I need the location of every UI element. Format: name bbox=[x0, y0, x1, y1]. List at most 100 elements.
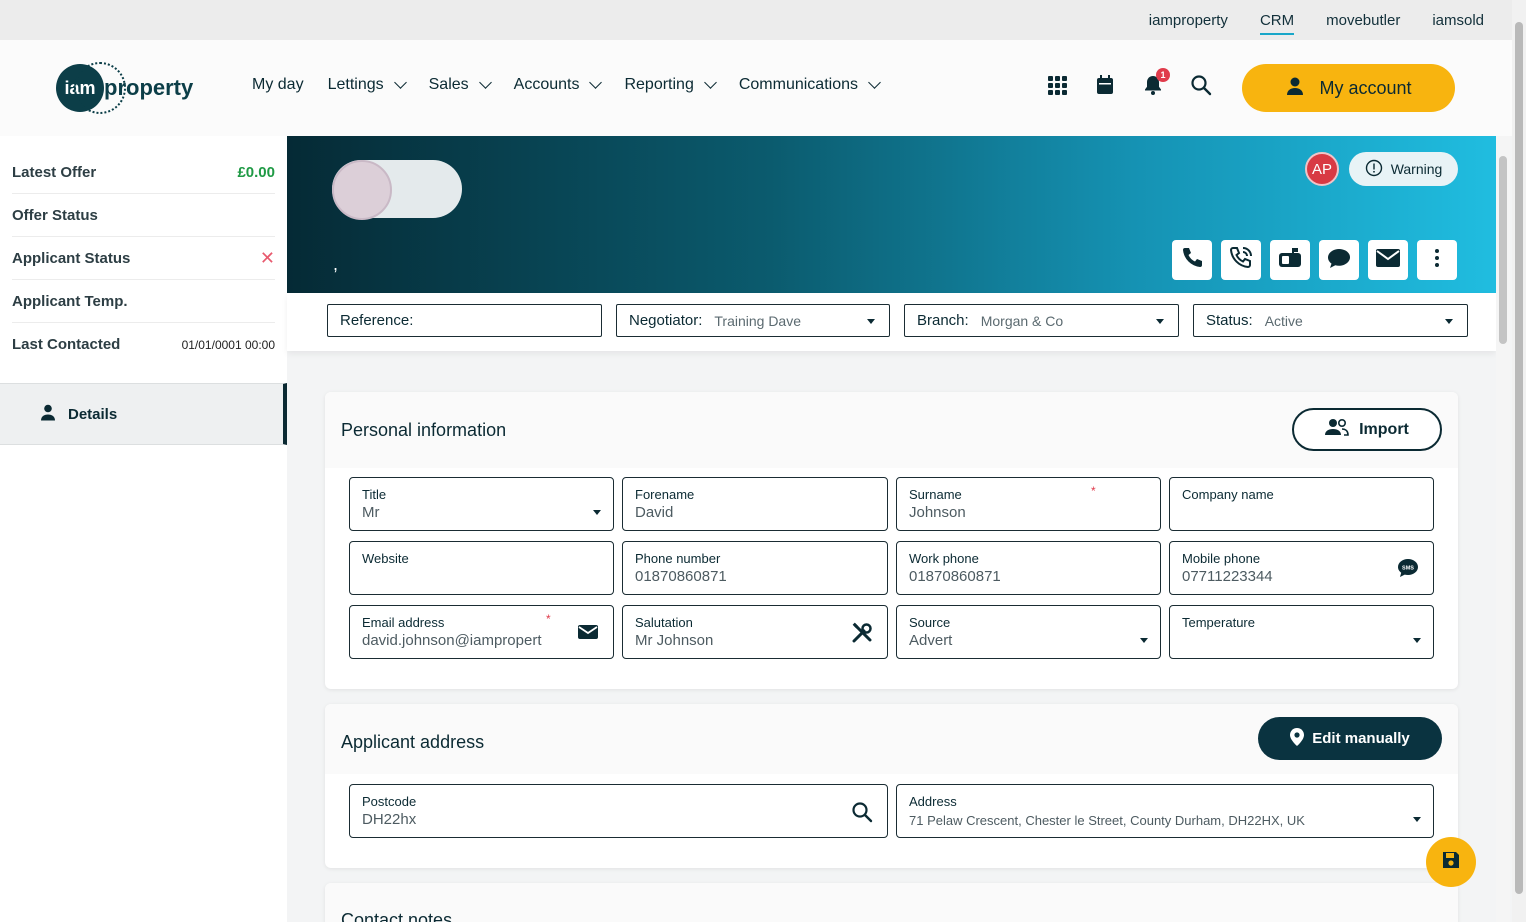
last-contacted-row: Last Contacted 01/01/0001 00:00 bbox=[12, 323, 275, 366]
top-product-bar: iamproperty CRM movebutler iamsold bbox=[0, 0, 1512, 40]
user-initials-avatar[interactable]: AP bbox=[1305, 152, 1339, 186]
sidebar-item-details[interactable]: Details bbox=[0, 383, 287, 445]
latest-offer-value: £0.00 bbox=[237, 163, 275, 181]
call-button[interactable] bbox=[1172, 240, 1212, 280]
product-link-iamsold[interactable]: iamsold bbox=[1432, 8, 1484, 33]
chevron-down-icon bbox=[393, 76, 407, 89]
surname-value: Johnson bbox=[909, 504, 966, 521]
sms-button[interactable] bbox=[1319, 240, 1359, 280]
page-scrollbar[interactable] bbox=[1512, 0, 1526, 922]
map-pin-icon bbox=[1290, 727, 1305, 750]
sms-icon[interactable]: SMS bbox=[1397, 558, 1419, 583]
apps-grid-icon[interactable] bbox=[1046, 74, 1068, 96]
website-label: Website bbox=[362, 551, 409, 566]
kebab-menu-icon bbox=[1434, 248, 1440, 273]
nav-accounts[interactable]: Accounts bbox=[513, 76, 603, 94]
record-filter-bar: Reference: Negotiator: Training Dave Bra… bbox=[287, 293, 1496, 351]
envelope-icon[interactable] bbox=[577, 624, 599, 645]
phone-icon bbox=[1180, 246, 1204, 275]
work-phone-label: Work phone bbox=[909, 551, 979, 566]
status-select[interactable]: Status: Active bbox=[1193, 304, 1468, 337]
negotiator-label: Negotiator: bbox=[629, 312, 703, 329]
applicant-address-card: Applicant address Edit manually Postcode… bbox=[325, 704, 1458, 868]
temperature-select[interactable]: Temperature bbox=[1169, 605, 1434, 659]
address-select[interactable]: Address 71 Pelaw Crescent, Chester le St… bbox=[896, 784, 1434, 838]
title-select[interactable]: Title Mr bbox=[349, 477, 614, 531]
save-button[interactable] bbox=[1426, 837, 1476, 887]
nav-lettings[interactable]: Lettings bbox=[328, 76, 407, 94]
salutation-label: Salutation bbox=[635, 615, 693, 630]
person-icon bbox=[40, 404, 56, 425]
import-button[interactable]: Import bbox=[1292, 408, 1442, 451]
letter-button[interactable] bbox=[1270, 240, 1310, 280]
info-circle-icon bbox=[1365, 159, 1383, 180]
email-address-value: david.johnson@iampropert bbox=[362, 632, 542, 649]
salutation-field[interactable]: Salutation Mr Johnson bbox=[622, 605, 888, 659]
nav-reporting[interactable]: Reporting bbox=[624, 76, 717, 94]
mailbox-icon bbox=[1277, 246, 1303, 275]
main-nav: My day Lettings Sales Accounts Reporting… bbox=[252, 76, 881, 94]
chevron-down-icon bbox=[478, 76, 492, 89]
forename-field[interactable]: Forename David bbox=[622, 477, 888, 531]
nav-accounts-label: Accounts bbox=[513, 76, 580, 93]
tools-icon[interactable] bbox=[851, 622, 873, 649]
applicant-temp-label: Applicant Temp. bbox=[12, 292, 128, 310]
reference-field[interactable]: Reference: bbox=[327, 304, 602, 337]
company-name-field[interactable]: Company name bbox=[1169, 477, 1434, 531]
company-name-label: Company name bbox=[1182, 487, 1274, 502]
phone-call-icon bbox=[1228, 245, 1254, 276]
logo-word: property bbox=[104, 75, 194, 100]
mobile-phone-field[interactable]: Mobile phone 07711223344 SMS bbox=[1169, 541, 1434, 595]
nav-sales[interactable]: Sales bbox=[429, 76, 492, 94]
content-scrollbar[interactable] bbox=[1496, 136, 1510, 922]
branch-select[interactable]: Branch: Morgan & Co bbox=[904, 304, 1179, 337]
address-label: Address bbox=[909, 794, 957, 809]
postcode-field[interactable]: Postcode DH22hx bbox=[349, 784, 888, 838]
email-button[interactable] bbox=[1368, 240, 1408, 280]
latest-offer-label: Latest Offer bbox=[12, 163, 97, 181]
main-header: iam property My day Lettings Sales Accou… bbox=[0, 40, 1512, 136]
offer-status-row: Offer Status bbox=[12, 194, 275, 237]
negotiator-select[interactable]: Negotiator: Training Dave bbox=[616, 304, 890, 337]
search-icon[interactable] bbox=[1190, 74, 1212, 96]
surname-label: Surname bbox=[909, 487, 962, 502]
product-link-movebutler[interactable]: movebutler bbox=[1326, 8, 1400, 33]
applicant-status-label: Applicant Status bbox=[12, 249, 131, 267]
more-options-button[interactable] bbox=[1417, 240, 1457, 280]
warning-button[interactable]: Warning bbox=[1349, 152, 1458, 186]
nav-communications[interactable]: Communications bbox=[739, 76, 881, 94]
mobile-phone-label: Mobile phone bbox=[1182, 551, 1261, 566]
user-icon bbox=[1285, 76, 1305, 101]
content-scrollbar-thumb[interactable] bbox=[1499, 156, 1507, 344]
latest-offer-row: Latest Offer £0.00 bbox=[12, 151, 275, 194]
avatar bbox=[332, 160, 392, 220]
temperature-label: Temperature bbox=[1182, 615, 1255, 630]
call-log-button[interactable] bbox=[1221, 240, 1261, 280]
email-address-field[interactable]: Email address david.johnson@iampropert * bbox=[349, 605, 614, 659]
warning-label: Warning bbox=[1390, 161, 1443, 177]
source-select[interactable]: Source Advert bbox=[896, 605, 1161, 659]
dropdown-caret-icon bbox=[593, 510, 601, 515]
chevron-down-icon bbox=[589, 76, 603, 89]
source-label: Source bbox=[909, 615, 951, 630]
work-phone-field[interactable]: Work phone 01870860871 bbox=[896, 541, 1161, 595]
phone-number-field[interactable]: Phone number 01870860871 bbox=[622, 541, 888, 595]
nav-my-day[interactable]: My day bbox=[252, 76, 304, 94]
nav-reporting-label: Reporting bbox=[624, 76, 694, 93]
required-marker: * bbox=[546, 612, 551, 626]
notifications-bell-icon[interactable]: 1 bbox=[1142, 68, 1170, 96]
page-scrollbar-thumb[interactable] bbox=[1515, 22, 1523, 894]
product-link-crm[interactable]: CRM bbox=[1259, 8, 1295, 35]
my-account-button[interactable]: My account bbox=[1242, 64, 1455, 112]
website-field[interactable]: Website bbox=[349, 541, 614, 595]
product-link-iamproperty[interactable]: iamproperty bbox=[1149, 8, 1228, 33]
last-contacted-value: 01/01/0001 00:00 bbox=[181, 337, 275, 352]
edit-manually-button[interactable]: Edit manually bbox=[1258, 717, 1442, 760]
postcode-value: DH22hx bbox=[362, 811, 417, 828]
surname-field[interactable]: Surname Johnson * bbox=[896, 477, 1161, 531]
contact-notes-title: Contact notes bbox=[341, 910, 453, 922]
search-icon[interactable] bbox=[851, 801, 873, 828]
source-value: Advert bbox=[909, 632, 953, 649]
iamproperty-logo[interactable]: iam property bbox=[56, 62, 193, 114]
calendar-icon[interactable] bbox=[1094, 74, 1116, 96]
